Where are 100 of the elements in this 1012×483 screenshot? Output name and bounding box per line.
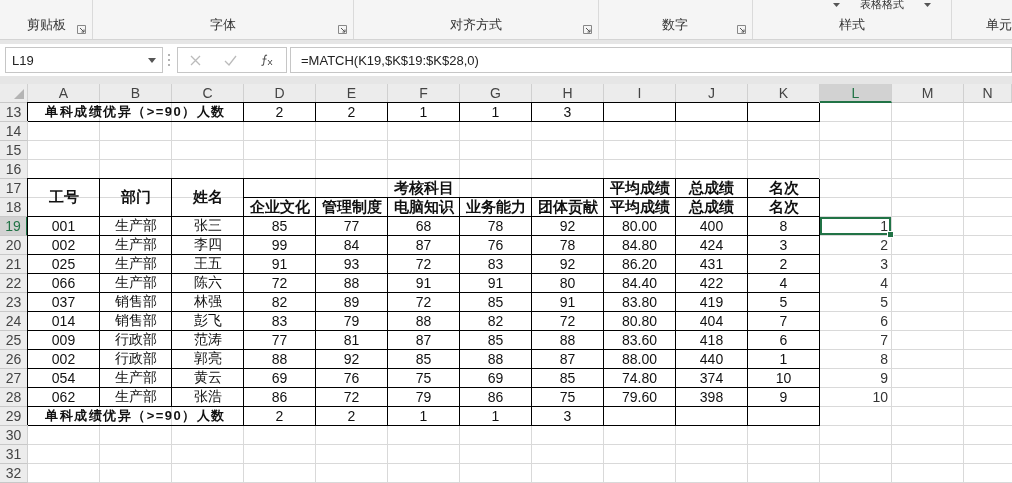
table-cell: 王五	[172, 255, 244, 274]
dialog-launcher-icon[interactable]	[77, 25, 87, 34]
table-cell: 生产部	[100, 388, 172, 407]
table-cell: 79	[388, 388, 460, 407]
table-cell: 062	[28, 388, 100, 407]
column-header[interactable]: L	[820, 84, 892, 103]
table-cell: 9	[748, 388, 820, 407]
row-header[interactable]: 23	[0, 293, 28, 312]
table-cell: 72	[316, 388, 388, 407]
table-cell: 2	[316, 103, 388, 122]
table-cell: 86.20	[604, 255, 676, 274]
table-cell: 81	[316, 331, 388, 350]
table-header-cell: 企业文化	[244, 198, 316, 217]
table-cell: 88	[388, 312, 460, 331]
row-header[interactable]: 28	[0, 388, 28, 407]
table-cell: 1	[748, 350, 820, 369]
row-header[interactable]: 27	[0, 369, 28, 388]
table-cell: 1	[460, 103, 532, 122]
table-cell: 87	[532, 350, 604, 369]
row-header[interactable]: 18	[0, 198, 28, 217]
row-header[interactable]: 19	[0, 217, 28, 236]
row-header[interactable]: 15	[0, 141, 28, 160]
drag-handle-icon[interactable]	[167, 53, 171, 67]
table-cell: 91	[532, 293, 604, 312]
row-header[interactable]: 13	[0, 103, 28, 122]
table-cell: 82	[460, 312, 532, 331]
name-box[interactable]: L19	[5, 47, 163, 73]
caret-icon	[832, 2, 840, 7]
row-header[interactable]: 16	[0, 160, 28, 179]
table-header-cell: 部门	[100, 179, 172, 217]
table-cell: 78	[532, 236, 604, 255]
table-cell-text: 8	[879, 350, 889, 369]
row-header[interactable]: 30	[0, 426, 28, 445]
row-header[interactable]: 32	[0, 464, 28, 483]
table-cell: 88	[532, 331, 604, 350]
table-header-cell: 总成绩	[676, 179, 748, 198]
table-cell: 68	[388, 217, 460, 236]
table-cell: 83	[460, 255, 532, 274]
column-header[interactable]: N	[964, 84, 1012, 103]
row-header[interactable]: 22	[0, 274, 28, 293]
dialog-launcher-icon[interactable]	[582, 25, 592, 34]
table-cell-text: 2	[879, 236, 889, 255]
ribbon-group-label: 样式	[838, 16, 865, 34]
row-header[interactable]: 31	[0, 445, 28, 464]
table-cell: 91	[388, 274, 460, 293]
row-header[interactable]: 20	[0, 236, 28, 255]
table-header-cell: 考核科目	[244, 179, 604, 198]
row-header[interactable]: 26	[0, 350, 28, 369]
row-header[interactable]: 14	[0, 122, 28, 141]
table-cell: 002	[28, 236, 100, 255]
table-header-cell: 名次	[748, 198, 820, 217]
table-cell: 83.80	[604, 293, 676, 312]
table-cell: 87	[388, 331, 460, 350]
dialog-launcher-icon[interactable]	[736, 25, 746, 34]
table-cell: 69	[244, 369, 316, 388]
table-cell: 009	[28, 331, 100, 350]
table-cell: 001	[28, 217, 100, 236]
table-cell: 69	[460, 369, 532, 388]
table-cell: 3	[532, 103, 604, 122]
row-header[interactable]: 25	[0, 331, 28, 350]
table-cell: 76	[316, 369, 388, 388]
row-header[interactable]: 21	[0, 255, 28, 274]
table-cell: 林强	[172, 293, 244, 312]
table-cell: 72	[388, 293, 460, 312]
table-cell: 99	[244, 236, 316, 255]
table-cell: 84	[316, 236, 388, 255]
table-cell: 2	[316, 407, 388, 426]
table-cell: 404	[676, 312, 748, 331]
table-cell: 431	[676, 255, 748, 274]
fill-handle[interactable]	[887, 231, 894, 238]
table-cell: 422	[676, 274, 748, 293]
table-header-cell: 团体贡献	[532, 198, 604, 217]
table-header-cell: 业务能力	[460, 198, 532, 217]
ribbon-group-label: 字体	[210, 16, 237, 34]
check-icon[interactable]	[224, 54, 237, 66]
column-header[interactable]: M	[892, 84, 964, 103]
table-cell-text: 5	[879, 293, 889, 312]
table-cell: 2	[244, 103, 316, 122]
table-cell: 400	[676, 217, 748, 236]
table-cell-text: 3	[879, 255, 889, 274]
table-cell: 025	[28, 255, 100, 274]
table-cell: 80	[532, 274, 604, 293]
table-cell: 72	[532, 312, 604, 331]
row-header[interactable]: 24	[0, 312, 28, 331]
table-cell: 92	[316, 350, 388, 369]
table-cell: 1	[460, 407, 532, 426]
table-cell: 002	[28, 350, 100, 369]
dialog-launcher-icon[interactable]	[338, 25, 348, 34]
row-header[interactable]: 29	[0, 407, 28, 426]
table-cell: 79.60	[604, 388, 676, 407]
formula-field[interactable]: =MATCH(K19,$K$19:$K$28,0)	[290, 47, 1012, 73]
table-cell: 张三	[172, 217, 244, 236]
insert-function-icon[interactable]	[260, 54, 275, 66]
row-header[interactable]: 17	[0, 179, 28, 198]
table-cell: 84.40	[604, 274, 676, 293]
table-cell: 1	[388, 407, 460, 426]
table-cell: 93	[316, 255, 388, 274]
table-cell: 88	[316, 274, 388, 293]
table-cell: 6	[748, 331, 820, 350]
table-cell: 80.80	[604, 312, 676, 331]
